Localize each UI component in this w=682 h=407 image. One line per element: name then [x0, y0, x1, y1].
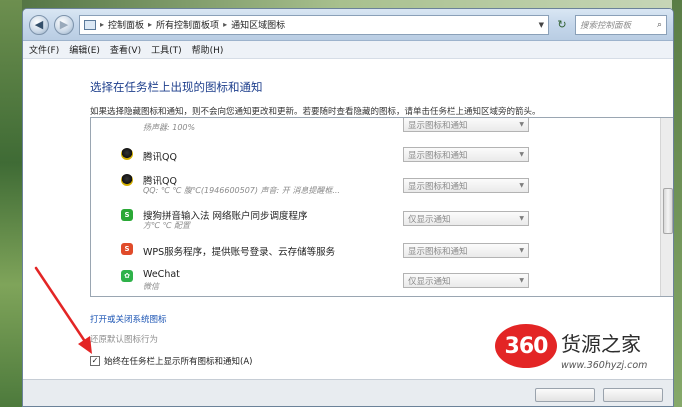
behavior-value: 仅显示通知 [408, 214, 451, 225]
row-title: WeChat [143, 269, 180, 280]
behavior-value: 仅显示通知 [408, 276, 451, 287]
chevron-down-icon: ▼ [519, 215, 524, 222]
behavior-select[interactable]: 显示图标和通知 ▼ [403, 147, 529, 162]
menu-help[interactable]: 帮助(H) [192, 43, 224, 56]
row-subtitle: 微信 [143, 282, 159, 291]
behavior-value: 显示图标和通知 [408, 246, 468, 257]
chevron-right-icon: ▸ [148, 20, 153, 29]
chevron-down-icon: ▼ [519, 151, 524, 158]
row-subtitle: 方℃ ℃ 配置 [143, 221, 191, 230]
always-show-option[interactable]: ✓ 始终在任务栏上显示所有图标和通知(A) [90, 355, 252, 367]
desktop-background-left [0, 0, 22, 407]
behavior-value: 显示图标和通知 [408, 120, 468, 131]
behavior-select[interactable]: 显示图标和通知 ▼ [403, 118, 529, 132]
search-input[interactable]: 搜索控制面板 ⌕ [575, 14, 667, 35]
menu-view[interactable]: 查看(V) [110, 43, 141, 56]
back-button[interactable]: ◀ [29, 14, 49, 35]
menu-file[interactable]: 文件(F) [29, 43, 59, 56]
notification-icon-list[interactable]: 扬声器: 100% 显示图标和通知 ▼ 腾讯QQ 显示图标和通知 ▼ 腾讯QQ [90, 117, 673, 297]
row-title: 腾讯QQ [143, 152, 177, 163]
ok-button[interactable] [535, 388, 595, 402]
title-bar: ◀ ▶ ▸ 控制面板 ▸ 所有控制面板项 ▸ 通知区域图标 ▼ ↻ 搜索控制面板… [23, 9, 673, 41]
menu-bar: 文件(F) 编辑(E) 查看(V) 工具(T) 帮助(H) [23, 41, 673, 59]
watermark-url: www.360hyzj.com [561, 360, 648, 371]
list-item: ✿ WeChat 微信 仅显示通知 ▼ [91, 266, 661, 296]
menu-tools[interactable]: 工具(T) [151, 43, 182, 56]
restore-defaults-link[interactable]: 还原默认图标行为 [90, 333, 158, 345]
behavior-select[interactable]: 显示图标和通知 ▼ [403, 243, 529, 258]
sogou-icon: S [121, 209, 133, 221]
behavior-select[interactable]: 仅显示通知 ▼ [403, 273, 529, 288]
watermark-name: 货源之家 [561, 332, 641, 356]
list-item: 腾讯QQ QQ: ℃ ℃ 腹℃(1946600507) 声音: 开 消息提醒框.… [91, 172, 661, 202]
menu-edit[interactable]: 编辑(E) [69, 43, 100, 56]
annotation-arrow-shaft [34, 266, 90, 348]
annotation-arrow [34, 266, 92, 354]
row-subtitle: 扬声器: 100% [143, 123, 196, 132]
list-item: 腾讯QQ 显示图标和通知 ▼ [91, 142, 661, 172]
list-scrollbar[interactable] [660, 118, 673, 296]
address-bar[interactable]: ▸ 控制面板 ▸ 所有控制面板项 ▸ 通知区域图标 ▼ [79, 14, 549, 35]
chevron-down-icon: ▼ [519, 277, 524, 284]
toggle-system-icons-link[interactable]: 打开或关闭系统图标 [90, 313, 167, 325]
list-item: S WPS服务程序，提供账号登录、云存储等服务 显示图标和通知 ▼ [91, 238, 661, 268]
page-title: 选择在任务栏上出现的图标和通知 [90, 80, 263, 94]
forward-button[interactable]: ▶ [54, 14, 74, 35]
page-description: 如果选择隐藏图标和通知，则不会向您通知更改和更新。若要随时查看隐藏的图标，请单击… [90, 107, 541, 117]
qq-icon [121, 148, 133, 160]
list-item: 扬声器: 100% 显示图标和通知 ▼ [91, 118, 661, 138]
search-placeholder: 搜索控制面板 [580, 20, 632, 31]
chevron-down-icon[interactable]: ▼ [539, 21, 544, 29]
breadcrumb-item[interactable]: 所有控制面板项 [156, 18, 219, 31]
breadcrumb-item[interactable]: 通知区域图标 [231, 18, 285, 31]
search-icon: ⌕ [656, 19, 662, 30]
chevron-down-icon: ▼ [519, 182, 524, 189]
control-panel-icon [84, 19, 96, 30]
list-item: S 搜狗拼音输入法 网络账户同步调度程序 方℃ ℃ 配置 仅显示通知 ▼ [91, 206, 661, 236]
chevron-right-icon: ▸ [100, 20, 105, 29]
behavior-value: 显示图标和通知 [408, 150, 468, 161]
always-show-label: 始终在任务栏上显示所有图标和通知(A) [104, 357, 253, 367]
chevron-down-icon: ▼ [519, 121, 524, 128]
qq-icon [121, 174, 133, 186]
scroll-thumb[interactable] [663, 188, 673, 234]
wps-icon: S [121, 243, 133, 255]
behavior-value: 显示图标和通知 [408, 181, 468, 192]
cancel-button[interactable] [603, 388, 663, 402]
chevron-down-icon: ▼ [519, 247, 524, 254]
behavior-select[interactable]: 仅显示通知 ▼ [403, 211, 529, 226]
breadcrumb-item[interactable]: 控制面板 [108, 18, 144, 31]
watermark: 360 货源之家 www.360hyzj.com [495, 322, 670, 384]
behavior-select[interactable]: 显示图标和通知 ▼ [403, 178, 529, 193]
row-title: WPS服务程序，提供账号登录、云存储等服务 [143, 247, 336, 258]
wechat-icon: ✿ [121, 270, 133, 282]
row-subtitle: QQ: ℃ ℃ 腹℃(1946600507) 声音: 开 消息提醒框... [143, 186, 340, 195]
refresh-icon[interactable]: ↻ [554, 15, 570, 35]
annotation-arrow-head [78, 336, 92, 354]
chevron-right-icon: ▸ [223, 20, 228, 29]
watermark-logo: 360 [495, 324, 557, 368]
